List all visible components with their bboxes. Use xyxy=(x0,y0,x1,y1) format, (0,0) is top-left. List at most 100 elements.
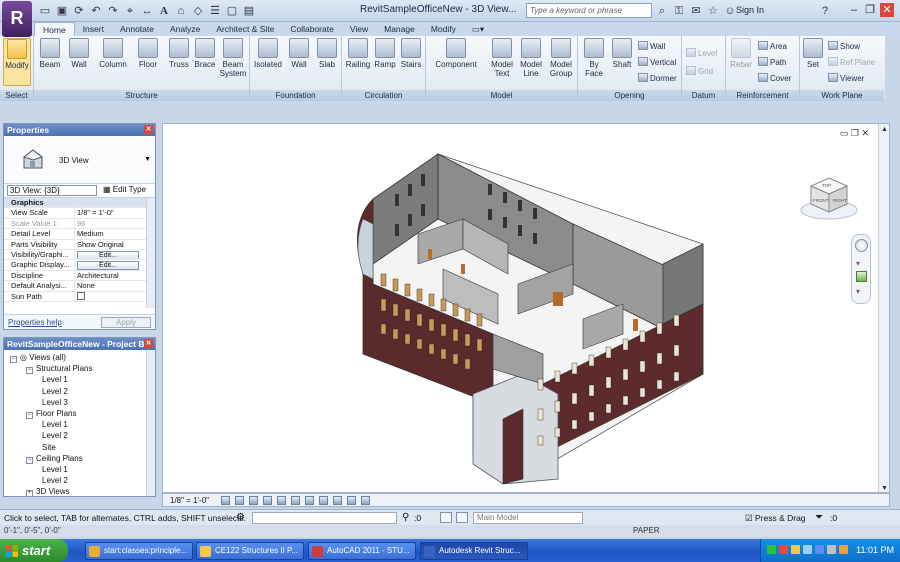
favorites-icon[interactable]: ☆ xyxy=(706,4,720,18)
chevron-down-icon[interactable]: ▼ xyxy=(881,485,888,492)
visual-style-icon[interactable] xyxy=(235,496,244,505)
chevron-down-icon[interactable]: ▾ xyxy=(856,287,860,296)
ref-plane-button[interactable]: Ref Plane xyxy=(828,57,875,67)
stairs-button[interactable]: Stairs xyxy=(398,38,424,69)
column-button[interactable]: Column xyxy=(96,38,130,69)
brace-button[interactable]: Brace xyxy=(192,38,218,69)
property-value[interactable]: 1/8" = 1'-0" xyxy=(74,208,155,218)
close-icon[interactable]: ✕ xyxy=(144,125,153,134)
tree-item[interactable]: Level 2 xyxy=(42,431,68,440)
analytical-model-icon[interactable] xyxy=(361,496,370,505)
lock-view-icon[interactable] xyxy=(319,496,328,505)
editing-requests-icon[interactable]: ⚲ xyxy=(402,512,409,523)
collapse-icon[interactable]: − xyxy=(26,412,33,419)
type-selector[interactable]: 3D View ▼ xyxy=(4,136,155,184)
network-icon[interactable] xyxy=(767,545,776,554)
user-icon[interactable]: ☺ xyxy=(723,4,737,18)
open-icon[interactable]: ▭ xyxy=(38,5,52,18)
close-icon[interactable]: ✕ xyxy=(144,339,153,348)
by-face-button[interactable]: By Face xyxy=(580,38,608,78)
power-icon[interactable] xyxy=(827,545,836,554)
collapse-icon[interactable]: − xyxy=(10,356,17,363)
exclude-options-icon[interactable] xyxy=(456,512,468,523)
sync-icon[interactable]: ⟳ xyxy=(72,5,86,18)
model-line-button[interactable]: Model Line xyxy=(518,38,544,78)
property-value[interactable]: Show Original xyxy=(74,239,155,249)
detail-level-icon[interactable] xyxy=(221,496,230,505)
tab-modify[interactable]: Modify xyxy=(423,22,464,36)
minimize-icon[interactable]: – xyxy=(847,3,861,17)
property-value[interactable]: Architectural xyxy=(74,270,155,281)
close-hidden-icon[interactable]: ▢ xyxy=(225,5,239,18)
reveal-hidden-icon[interactable] xyxy=(347,496,356,505)
floor-button[interactable]: Floor xyxy=(134,38,162,69)
3d-view-icon[interactable]: ⌂ xyxy=(174,5,188,18)
edit-button[interactable]: Edit... xyxy=(77,250,139,260)
tab-manage[interactable]: Manage xyxy=(376,22,423,36)
sign-in-link[interactable]: Sign In xyxy=(736,5,764,15)
collapse-icon[interactable]: − xyxy=(26,367,33,375)
tree-item[interactable]: − Ceiling Plans xyxy=(26,454,83,464)
model-group-button[interactable]: Model Group xyxy=(546,38,576,78)
tab-annotate[interactable]: Annotate xyxy=(112,22,162,36)
section-icon[interactable]: ◇ xyxy=(191,5,205,18)
ramp-button[interactable]: Ramp xyxy=(372,38,398,69)
close-icon[interactable]: ✕ xyxy=(880,3,894,17)
expand-icon[interactable]: + xyxy=(26,490,33,496)
tree-item[interactable]: − ◎ Views (all) xyxy=(10,353,66,363)
chevron-down-icon[interactable]: ▾ xyxy=(856,259,860,268)
tab-insert[interactable]: Insert xyxy=(75,22,112,36)
vertical-opening-button[interactable]: Vertical xyxy=(638,57,676,67)
isolated-foundation-button[interactable]: Isolated xyxy=(252,38,284,69)
viewcube[interactable]: TOP FRONT RIGHT xyxy=(799,174,859,222)
bluetooth-icon[interactable] xyxy=(815,545,824,554)
tree-item[interactable]: Level 1 xyxy=(42,465,68,474)
active-design-option-dropdown[interactable]: Main Model xyxy=(473,512,583,524)
tree-item[interactable]: Level 3 xyxy=(42,398,68,407)
area-reinforcement-button[interactable]: Area xyxy=(758,41,787,51)
undo-icon[interactable]: ↶ xyxy=(89,5,103,18)
edit-button[interactable]: Edit... xyxy=(77,261,139,270)
taskbar-button[interactable]: start:classes:principle... xyxy=(85,542,193,560)
taskbar-button[interactable]: AutoCAD 2011 - STU... xyxy=(308,542,416,560)
property-value[interactable]: Edit... xyxy=(74,260,155,270)
start-button[interactable]: start xyxy=(0,539,68,562)
subscription-icon[interactable]: ⚿ xyxy=(672,4,686,18)
view-instance-dropdown[interactable]: 3D View: {3D} xyxy=(7,185,97,196)
dimension-icon[interactable]: ↔ xyxy=(140,5,154,18)
collapse-icon[interactable]: − xyxy=(26,456,33,464)
set-work-plane-button[interactable]: Set xyxy=(802,38,824,69)
property-group-header[interactable]: Graphics xyxy=(4,198,155,209)
apply-button[interactable]: Apply xyxy=(101,317,151,328)
design-options-icon[interactable] xyxy=(440,512,452,523)
view-scale-selector[interactable]: 1/8" = 1'-0" xyxy=(170,496,209,505)
taskbar-button[interactable]: Autodesk Revit Struc... xyxy=(420,542,528,560)
level-button[interactable]: Level xyxy=(686,48,717,58)
cover-button[interactable]: Cover xyxy=(758,73,791,83)
tree-item[interactable]: Level 1 xyxy=(42,375,68,384)
modify-button[interactable]: Modify xyxy=(3,38,31,86)
slab-button[interactable]: Slab xyxy=(314,38,340,69)
update-icon[interactable] xyxy=(791,545,800,554)
show-work-plane-button[interactable]: Show xyxy=(828,41,860,51)
tree-item[interactable]: Level 2 xyxy=(42,476,68,485)
show-crop-region-icon[interactable] xyxy=(305,496,314,505)
tab-home[interactable]: Home xyxy=(34,22,75,36)
properties-help-link[interactable]: Properties help xyxy=(8,318,62,327)
wall-foundation-button[interactable]: Wall xyxy=(286,38,312,69)
edit-type-button[interactable]: ▦ Edit Type xyxy=(103,185,146,194)
security-icon[interactable] xyxy=(779,545,788,554)
shaft-button[interactable]: Shaft xyxy=(608,38,636,69)
workset-dropdown[interactable] xyxy=(252,512,397,524)
save-icon[interactable]: ▣ xyxy=(55,5,69,18)
drawing-area-3d-view[interactable]: ▭ ❐ ✕ TOP FRONT RIGHT ▾ ▾ ▲ ▼ xyxy=(162,123,890,493)
help-icon[interactable]: ? xyxy=(818,4,832,18)
communication-icon[interactable]: ✉ xyxy=(689,4,703,18)
dormer-button[interactable]: Dormer xyxy=(638,73,677,83)
redo-icon[interactable]: ↷ xyxy=(106,5,120,18)
press-drag-checkbox[interactable]: ☑ Press & Drag xyxy=(745,513,806,524)
application-menu-button[interactable]: R xyxy=(2,1,32,37)
property-value[interactable]: None xyxy=(74,281,155,291)
tree-item[interactable]: Site xyxy=(42,443,56,452)
properties-scrollbar[interactable] xyxy=(146,198,155,308)
